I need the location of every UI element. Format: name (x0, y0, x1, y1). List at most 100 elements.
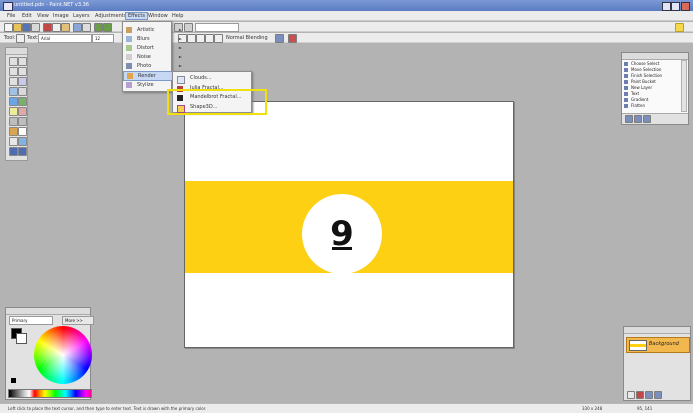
stylize-icon (126, 82, 132, 88)
history-panel-header (622, 53, 688, 60)
text-icon[interactable] (18, 127, 27, 136)
print-icon[interactable] (31, 23, 40, 32)
ruler-icon[interactable] (184, 23, 193, 32)
lasso-icon[interactable] (9, 67, 18, 76)
move-icon[interactable] (18, 67, 27, 76)
render-item-clouds[interactable]: Clouds... (173, 74, 268, 84)
cut-icon[interactable] (43, 23, 52, 32)
zoom-select[interactable] (195, 23, 239, 32)
save-icon[interactable] (22, 23, 31, 32)
undo-icon[interactable] (634, 115, 642, 123)
paint-bucket-icon[interactable] (9, 97, 18, 106)
history-scrollbar[interactable] (681, 60, 687, 112)
menu-adjustments[interactable]: Adjustments (95, 13, 126, 19)
italic-icon[interactable] (187, 34, 196, 43)
align-right-icon[interactable] (214, 34, 223, 43)
layer-name: Background (649, 341, 679, 347)
text-tool-icon[interactable] (16, 34, 25, 43)
close-button[interactable] (681, 2, 690, 11)
title-bar: untitled.pdn - Paint.NET v3.36 (0, 0, 693, 11)
font-select[interactable]: Arial (38, 34, 92, 43)
align-center-icon[interactable] (205, 34, 214, 43)
camera-icon (126, 63, 132, 69)
menu-image[interactable]: Image (53, 13, 69, 19)
color-mode-select[interactable]: Primary (9, 316, 53, 325)
eraser-icon[interactable] (18, 107, 27, 116)
window-toggle-icon[interactable] (675, 23, 684, 32)
tool-options-toolbar: Tool: Text: Arial 12 Normal Blending (0, 33, 693, 43)
menu-layers[interactable]: Layers (73, 13, 90, 19)
rewind-icon[interactable] (625, 115, 633, 123)
open-icon[interactable] (13, 23, 22, 32)
clone-stamp-icon[interactable] (18, 117, 27, 126)
add-layer-icon[interactable] (627, 391, 635, 399)
paintbrush-icon[interactable] (9, 107, 18, 116)
ellipse-icon[interactable] (18, 147, 27, 156)
new-icon[interactable] (4, 23, 13, 32)
effects-item-distort[interactable]: Distort ► (123, 44, 185, 52)
pencil-icon[interactable] (9, 117, 18, 126)
layer-properties-icon[interactable] (654, 391, 662, 399)
submenu-arrow-icon: ► (178, 54, 182, 59)
maximize-button[interactable] (671, 2, 680, 11)
redo-icon[interactable] (103, 23, 112, 32)
minimize-button[interactable] (662, 2, 671, 11)
history-item[interactable]: Flatten (624, 103, 689, 109)
secondary-color-swatch[interactable] (16, 333, 27, 344)
align-left-icon[interactable] (196, 34, 205, 43)
layer-thumbnail-stripe (630, 344, 646, 347)
color-picker-icon[interactable] (18, 137, 27, 146)
blend-mode-label[interactable]: Normal Blending (226, 35, 268, 41)
ellipse-select-icon[interactable] (9, 77, 18, 86)
layer-row-background[interactable]: Background (626, 337, 690, 353)
line-icon[interactable] (9, 137, 18, 146)
menu-window[interactable]: Window (148, 13, 168, 19)
move-selection-icon[interactable] (18, 57, 27, 66)
pan-icon[interactable] (18, 87, 27, 96)
effects-item-blurs[interactable]: Blurs ► (123, 35, 185, 43)
tool-label: Tool: (4, 35, 16, 41)
delete-layer-icon[interactable] (636, 391, 644, 399)
image-canvas[interactable]: 9 (184, 101, 514, 348)
effects-item-label: Noise (137, 54, 151, 60)
font-size-select[interactable]: 12 (92, 34, 114, 43)
reset-colors-icon[interactable] (11, 378, 16, 383)
history-controls (622, 113, 688, 124)
crop-icon[interactable] (73, 23, 82, 32)
magic-wand-icon[interactable] (9, 87, 18, 96)
color-wheel[interactable] (34, 326, 92, 384)
menu-effects[interactable]: Effects (125, 12, 148, 20)
rectangle-icon[interactable] (9, 147, 18, 156)
copy-icon[interactable] (52, 23, 61, 32)
recolor-icon[interactable] (9, 127, 18, 136)
paste-icon[interactable] (61, 23, 70, 32)
submenu-arrow-icon: ► (178, 36, 182, 41)
effects-item-label: Blurs (137, 36, 150, 42)
blur-icon (126, 36, 132, 42)
history-item-label: Text (631, 91, 640, 96)
rectangle-select-icon[interactable] (9, 57, 18, 66)
color-palette[interactable] (8, 389, 92, 398)
history-item-icon (624, 98, 628, 102)
gradient-icon[interactable] (18, 97, 27, 106)
undo-icon[interactable] (94, 23, 103, 32)
menu-edit[interactable]: Edit (22, 13, 32, 19)
effects-item-label: Render (138, 73, 156, 79)
redo-icon[interactable] (643, 115, 651, 123)
menu-view[interactable]: View (37, 13, 49, 19)
duplicate-layer-icon[interactable] (645, 391, 653, 399)
antialias-icon[interactable] (275, 34, 284, 43)
history-item-label: Gradient (631, 97, 649, 102)
history-item-label: Flatten (631, 103, 645, 108)
effects-item-photo[interactable]: Photo ► (123, 62, 185, 70)
deselect-icon[interactable] (82, 23, 91, 32)
zoom-icon[interactable] (18, 77, 27, 86)
menu-help[interactable]: Help (172, 13, 183, 19)
history-item-icon (624, 104, 628, 108)
more-button[interactable]: More >> (62, 316, 94, 325)
submenu-arrow-icon: ► (178, 45, 182, 50)
menu-file[interactable]: File (7, 13, 15, 19)
effects-item-noise[interactable]: Noise ► (123, 53, 185, 61)
effects-item-artistic[interactable]: Artistic ► (123, 26, 185, 34)
alpha-blend-icon[interactable] (288, 34, 297, 43)
